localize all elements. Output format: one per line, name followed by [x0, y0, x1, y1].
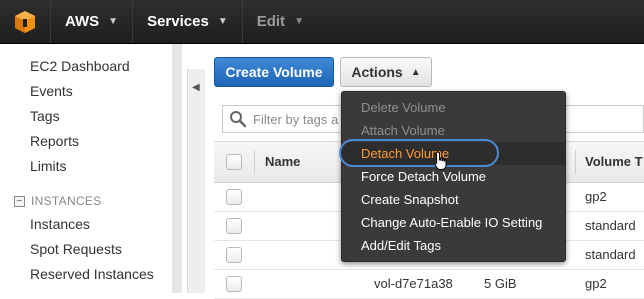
- filter-placeholder: Filter by tags a: [253, 111, 339, 127]
- collapse-minus-icon[interactable]: −: [14, 195, 25, 207]
- instances-section-label: INSTANCES: [31, 194, 102, 208]
- actions-dropdown-menu: Delete Volume Attach Volume Detach Volum…: [341, 91, 566, 262]
- cell-volume-type: gp2: [585, 276, 607, 291]
- column-divider: [254, 150, 255, 174]
- sidebar-item-reports[interactable]: Reports: [30, 133, 79, 149]
- sidebar-collapse-handle[interactable]: ◀: [187, 69, 205, 293]
- menu-item-force-detach-volume[interactable]: Force Detach Volume: [342, 165, 565, 188]
- chevron-left-icon: ◀: [192, 82, 200, 93]
- chevron-up-icon: ▲: [410, 66, 421, 78]
- column-divider: [575, 150, 576, 174]
- cell-volume-type: standard: [585, 218, 636, 233]
- cell-volume-id: vol-d7e71a38: [374, 276, 453, 291]
- chevron-down-icon: ▼: [217, 16, 228, 27]
- column-header-name[interactable]: Name: [265, 154, 300, 169]
- row-checkbox[interactable]: [226, 218, 242, 234]
- edit-menu[interactable]: Edit ▼: [241, 0, 318, 43]
- services-menu-label: Services: [147, 13, 209, 30]
- top-nav-bar: AWS ▼ Services ▼ Edit ▼: [0, 0, 644, 44]
- sidebar-item-spot-requests[interactable]: Spot Requests: [30, 241, 122, 257]
- row-checkbox[interactable]: [226, 247, 242, 263]
- edit-menu-label: Edit: [256, 13, 286, 30]
- menu-item-delete-volume[interactable]: Delete Volume: [342, 96, 565, 119]
- actions-button[interactable]: Actions ▲: [340, 57, 432, 87]
- menu-item-change-auto-enable-io[interactable]: Change Auto-Enable IO Setting: [342, 211, 565, 234]
- aws-logo-icon[interactable]: [0, 0, 50, 43]
- column-header-volume-type[interactable]: Volume T: [585, 154, 643, 169]
- row-checkbox[interactable]: [226, 189, 242, 205]
- chevron-down-icon: ▼: [108, 16, 119, 27]
- row-checkbox[interactable]: [226, 276, 242, 292]
- sidebar-item-instances[interactable]: Instances: [30, 216, 90, 232]
- sidebar-item-events[interactable]: Events: [30, 83, 73, 99]
- chevron-down-icon: ▼: [294, 16, 304, 27]
- sidebar-item-ec2-dashboard[interactable]: EC2 Dashboard: [30, 58, 130, 74]
- search-icon: [230, 111, 247, 128]
- cell-size: 5 GiB: [484, 276, 517, 291]
- table-row[interactable]: vol-d7e71a38 5 GiB gp2: [214, 270, 644, 299]
- menu-item-add-edit-tags[interactable]: Add/Edit Tags: [342, 234, 565, 257]
- highlight-ring: [339, 139, 499, 167]
- sidebar-scrollbar[interactable]: [172, 44, 182, 293]
- instances-section-header[interactable]: − INSTANCES: [14, 194, 102, 208]
- cell-volume-type: standard: [585, 247, 636, 262]
- services-menu[interactable]: Services ▼: [132, 0, 242, 43]
- cell-volume-type: gp2: [585, 189, 607, 204]
- create-volume-button[interactable]: Create Volume: [214, 57, 334, 87]
- select-all-checkbox[interactable]: [226, 154, 242, 170]
- aws-account-menu[interactable]: AWS ▼: [50, 0, 132, 43]
- sidebar: EC2 Dashboard Events Tags Reports Limits…: [0, 44, 172, 293]
- actions-button-label: Actions: [351, 64, 403, 80]
- aws-menu-label: AWS: [65, 13, 100, 30]
- hand-cursor-icon: [434, 151, 447, 170]
- sidebar-item-tags[interactable]: Tags: [30, 108, 60, 124]
- menu-item-create-snapshot[interactable]: Create Snapshot: [342, 188, 565, 211]
- sidebar-item-reserved-instances[interactable]: Reserved Instances: [30, 266, 154, 282]
- sidebar-item-limits[interactable]: Limits: [30, 158, 67, 174]
